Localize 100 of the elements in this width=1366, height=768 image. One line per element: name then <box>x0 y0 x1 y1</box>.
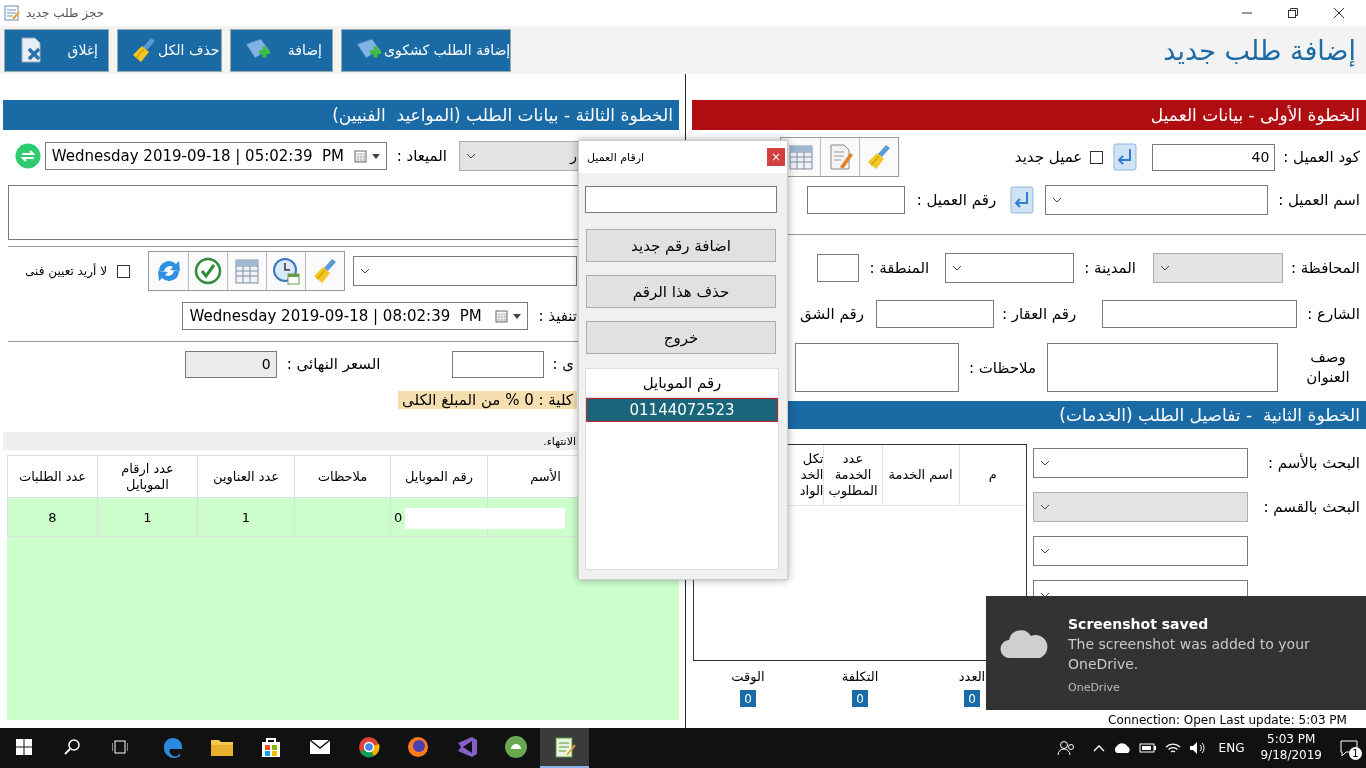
edit-button[interactable] <box>820 138 859 176</box>
date-time-picker[interactable]: Wednesday 2019-09-18 | 08:02:39 PM <box>182 302 529 330</box>
text-field[interactable] <box>817 254 860 282</box>
dialog-button[interactable]: خروج <box>586 321 776 354</box>
chevron-icon <box>1040 547 1050 555</box>
schedule-button[interactable] <box>266 252 305 290</box>
ring-icon <box>357 736 380 758</box>
toast-title: Screenshot saved <box>1068 616 1210 632</box>
field-label: اسم العميل : <box>1278 191 1360 209</box>
toast-source: OneDrive <box>1068 680 1121 694</box>
hint-text: الانتهاء. <box>543 434 576 448</box>
window-title: حجز طلب جديد <box>26 6 105 20</box>
column-header: عدد الطلبات <box>7 455 98 498</box>
column-header: اسم الخدمة <box>882 445 959 505</box>
toolbar-button[interactable]: إغلاق <box>4 28 109 72</box>
refresh-button[interactable] <box>149 252 188 290</box>
enter-button[interactable] <box>1113 143 1138 171</box>
field-label: المنطقة : <box>869 259 930 277</box>
field-label: وصف العنوان <box>1305 348 1351 387</box>
battery-icon <box>1138 742 1157 754</box>
toast-message: The screenshot was added to your OneDrive. <box>1068 635 1311 675</box>
dialog-button[interactable]: حذف هذا الرقم <box>586 275 776 308</box>
volume-icon <box>1188 741 1207 755</box>
windows-icon <box>16 739 32 755</box>
field-label: تنفيذ : <box>538 307 577 325</box>
chevron-icon <box>360 267 370 275</box>
chevron-icon <box>466 152 476 160</box>
tray-chevron-button[interactable] <box>1092 744 1105 752</box>
confirm-button[interactable] <box>188 252 227 290</box>
customer-code-field[interactable]: 40 <box>1152 143 1276 171</box>
clock-icon <box>272 257 300 285</box>
table-cell: 1 <box>197 497 295 537</box>
close-icon <box>1334 8 1344 18</box>
search-icon <box>64 739 80 755</box>
chevron-icon <box>952 264 963 272</box>
close-button[interactable]: × <box>767 148 785 166</box>
text-field[interactable] <box>1102 300 1298 328</box>
price-field[interactable]: 0 <box>184 350 277 378</box>
status-text: Connection: Open Last update: 5:03 PM <box>1108 713 1348 727</box>
field-label: كود العميل : <box>1283 148 1360 166</box>
toolbar-button[interactable]: إضافة <box>230 28 333 72</box>
shopping-bag-icon <box>260 736 281 758</box>
field-label: رقم الشق <box>800 305 864 323</box>
enter-icon <box>1113 143 1138 171</box>
caret-icon <box>371 153 380 159</box>
chevron-icon <box>1040 459 1050 467</box>
people-button[interactable] <box>1056 740 1075 756</box>
enter-button[interactable] <box>1010 186 1035 214</box>
table-button[interactable] <box>227 252 266 290</box>
field-label: المدينة : <box>1084 259 1136 277</box>
text-area[interactable] <box>1047 343 1278 392</box>
calendar-icon <box>495 309 509 323</box>
checkbox[interactable] <box>1090 150 1104 164</box>
percentage-note: كلية : 0 % من المبلغ الكلى <box>398 391 577 409</box>
section-header: الخطوة الثالثة - بيانات الطلب (المواعيد الفنيين) <box>3 100 679 130</box>
field-label: السعر النهائى : <box>286 355 381 373</box>
total-label: الوقت <box>731 669 765 684</box>
number-input[interactable] <box>585 186 777 213</box>
toolbar-button[interactable]: إضافة الطلب كشكوى <box>341 28 511 72</box>
checkbox-label: لا أريد تعيين فنى <box>25 264 107 278</box>
language-indicator[interactable]: ENG <box>1218 741 1245 755</box>
restore-icon <box>1288 8 1298 18</box>
field-label: الشارع : <box>1307 305 1360 323</box>
field-label: البحث بالأسم : <box>1267 454 1360 472</box>
people-icon <box>1056 740 1075 756</box>
enter-icon <box>1010 186 1035 214</box>
text-field[interactable] <box>875 300 994 328</box>
notification-icon <box>1340 739 1358 757</box>
total-value: 0 <box>964 690 980 707</box>
column-header: عدد الخدمة المطلوب <box>824 445 882 505</box>
ribbon-icon <box>455 736 478 758</box>
field-label: ى : <box>552 355 574 373</box>
total-label: العدد <box>958 669 986 684</box>
column-header: عدد ارقام الموبايل <box>97 455 198 498</box>
column-header: م <box>959 445 1026 505</box>
field-label: رقم العقار : <box>1001 305 1077 323</box>
text-field[interactable] <box>806 186 905 214</box>
column-header: ملاحظات <box>294 455 391 498</box>
caret-icon <box>513 313 522 319</box>
form-icon <box>4 5 20 21</box>
table-cell: 1 <box>97 497 198 537</box>
field-label: رقم العميل : <box>916 191 997 209</box>
taskbar-app[interactable] <box>540 728 589 768</box>
clear-button[interactable] <box>305 252 344 290</box>
field-label: الميعاد : <box>396 147 447 165</box>
date-time-picker[interactable]: Wednesday 2019-09-18 | 05:02:39 PM <box>44 142 387 170</box>
text-area[interactable] <box>794 343 959 392</box>
clock[interactable]: 5:03 PM 9/18/2019 <box>1260 732 1322 764</box>
checkbox[interactable] <box>117 264 130 278</box>
spreadsheet-icon <box>233 257 261 285</box>
notification-button[interactable]: 1 <box>1338 737 1360 759</box>
chevron-icon <box>1052 196 1063 204</box>
list-item[interactable]: 01144072523 <box>586 398 778 422</box>
toolbar-button[interactable]: حذف الكل <box>117 28 222 72</box>
notification-badge: 1 <box>1349 747 1362 760</box>
folder-icon <box>209 737 234 757</box>
dialog-button[interactable]: اضافة رقم جديد <box>586 229 776 262</box>
text-field[interactable] <box>452 350 545 378</box>
clear-button[interactable] <box>859 138 898 176</box>
form-icon <box>553 736 576 758</box>
